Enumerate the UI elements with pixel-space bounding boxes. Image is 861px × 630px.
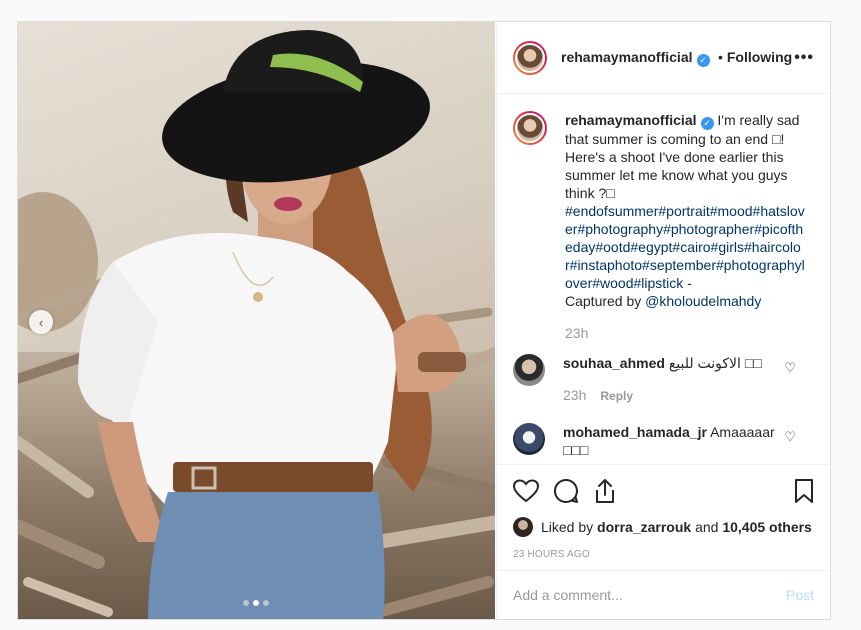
liked-by-prefix: Liked by: [541, 519, 594, 535]
caption-timestamp[interactable]: 23h: [565, 325, 588, 341]
caption-meta: 23h: [565, 324, 805, 342]
heart-icon[interactable]: [513, 479, 539, 503]
action-icons-bar: [513, 477, 814, 505]
caption-text-block: rehamaymanofficial ✓ I'm really sad that …: [565, 111, 805, 342]
post-timestamp[interactable]: 23 HOURS AGO: [513, 549, 814, 560]
carousel-dot-active: [253, 600, 259, 606]
comment-text: الاكونت للبيع □□: [668, 355, 762, 371]
comment-timestamp[interactable]: 23h: [563, 387, 586, 403]
commenter-username[interactable]: souhaa_ahmed: [563, 355, 665, 371]
comment-like-heart-icon[interactable]: ♡: [784, 360, 796, 376]
reply-button[interactable]: Reply: [600, 389, 633, 403]
comment-item: mohamed_hamada_jr Amaaaaar □□□ ♡: [513, 423, 814, 459]
post-card: ‹ rehamaymanofficial ✓ • Following ••• reh…: [17, 21, 831, 620]
carousel-indicator: [243, 600, 269, 606]
chevron-left-icon: ‹: [38, 314, 44, 330]
commenter-avatar[interactable]: [513, 354, 545, 386]
comment-icon[interactable]: [553, 478, 579, 504]
author-username[interactable]: rehamaymanofficial: [561, 49, 693, 65]
photo-illustration: [18, 30, 495, 619]
comment-body: mohamed_hamada_jr Amaaaaar □□□: [563, 423, 783, 459]
carousel-dot: [263, 600, 269, 606]
carousel-prev-button[interactable]: ‹: [29, 310, 53, 334]
caption-credit-handle[interactable]: @kholoudelmahdy: [645, 293, 761, 309]
comment-like-heart-icon[interactable]: ♡: [784, 429, 796, 445]
caption-author-avatar[interactable]: [513, 111, 547, 145]
add-comment-bar: Post: [497, 570, 830, 619]
commenter-username[interactable]: mohamed_hamada_jr: [563, 424, 707, 440]
post-actions: Liked by dorra_zarrouk and 10,405 others…: [497, 464, 830, 560]
carousel-dot: [243, 600, 249, 606]
caption-author-username[interactable]: rehamaymanofficial: [565, 112, 697, 128]
liker-avatar[interactable]: [513, 517, 533, 537]
comment-meta: 23h Reply: [563, 386, 783, 405]
verified-badge-icon: ✓: [696, 53, 710, 67]
comments-list[interactable]: rehamaymanofficial ✓ I'm really sad that …: [497, 95, 830, 464]
post-photo[interactable]: ‹: [18, 22, 495, 619]
following-button[interactable]: Following: [727, 49, 792, 65]
caption-credit-prefix: Captured by: [565, 293, 646, 309]
post-sidebar: rehamaymanofficial ✓ • Following ••• reham…: [496, 22, 830, 619]
header-separator: •: [717, 48, 723, 65]
comment-item: souhaa_ahmed الاكونت للبيع □□ 23h Reply ♡: [513, 354, 814, 405]
likes-summary: Liked by dorra_zarrouk and 10,405 others: [513, 517, 814, 537]
verified-badge-icon: ✓: [700, 117, 714, 130]
caption-row: rehamaymanofficial ✓ I'm really sad that …: [513, 111, 814, 342]
add-comment-input[interactable]: [513, 587, 773, 603]
post-header: rehamaymanofficial ✓ • Following •••: [497, 22, 830, 94]
more-options-icon[interactable]: •••: [794, 49, 814, 67]
comment-body: souhaa_ahmed الاكونت للبيع □□ 23h Reply: [563, 354, 783, 405]
post-comment-button[interactable]: Post: [786, 587, 814, 603]
author-avatar[interactable]: [513, 40, 547, 75]
bookmark-icon[interactable]: [794, 478, 814, 504]
caption-hashtag-suffix: -: [683, 275, 692, 291]
liked-by-join: and: [691, 519, 723, 535]
likes-count-link[interactable]: 10,405 others: [722, 519, 812, 535]
share-icon[interactable]: [593, 478, 617, 504]
liked-by-user[interactable]: dorra_zarrouk: [597, 519, 691, 535]
commenter-avatar[interactable]: [513, 423, 545, 455]
